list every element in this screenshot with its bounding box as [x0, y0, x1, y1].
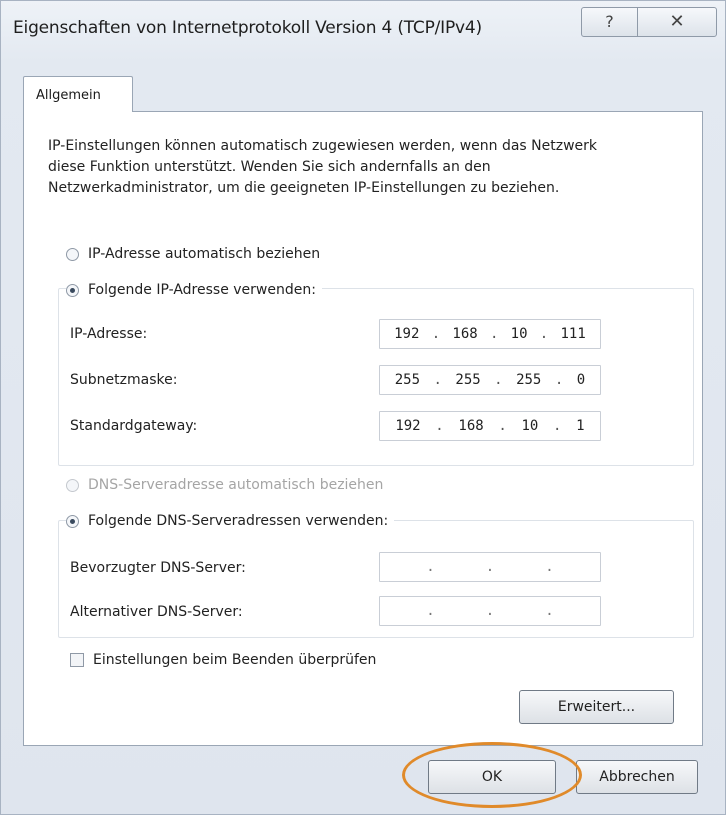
octet-separator: . [426, 603, 435, 619]
validate-on-exit-checkbox[interactable]: Einstellungen beim Beenden überprüfen [70, 652, 376, 668]
cancel-button[interactable]: Abbrechen [576, 760, 698, 794]
octet-separator: . [485, 559, 495, 575]
ip-octet[interactable]: 255 [516, 372, 541, 388]
radio-dns-manual-indicator[interactable] [66, 514, 79, 528]
octet-separator: . [539, 326, 549, 342]
ok-button[interactable]: OK [428, 760, 556, 794]
preferred-dns-label: Bevorzugter DNS-Server: [70, 560, 246, 576]
validate-on-exit-box[interactable] [70, 653, 84, 667]
advanced-button[interactable]: Erweitert... [519, 690, 674, 724]
radio-ip-auto-indicator[interactable] [66, 247, 79, 261]
validate-on-exit-label: Einstellungen beim Beenden überprüfen [93, 652, 377, 668]
octet-separator: . [431, 326, 441, 342]
radio-ip-manual-indicator[interactable] [66, 283, 79, 297]
ip-octet[interactable]: 10 [521, 418, 538, 434]
octet-separator: . [545, 559, 554, 575]
preferred-dns-input[interactable]: . . . [379, 552, 601, 582]
octet-separator: . [433, 372, 442, 388]
ip-octet[interactable]: 192 [395, 418, 420, 434]
octet-separator: . [554, 372, 564, 388]
ip-octet[interactable]: 0 [577, 372, 585, 388]
radio-ip-manual-label: Folgende IP-Adresse verwenden: [88, 282, 316, 298]
radio-dns-manual[interactable]: Folgende DNS-Serveradressen verwenden: [66, 513, 395, 529]
octet-separator: . [494, 372, 503, 388]
radio-dns-auto-indicator [66, 478, 79, 492]
radio-dns-auto: DNS-Serveradresse automatisch beziehen [66, 477, 383, 493]
ip-octet[interactable]: 255 [395, 372, 420, 388]
help-icon: ? [605, 12, 614, 31]
radio-ip-auto[interactable]: IP-Adresse automatisch beziehen [66, 246, 320, 262]
ip-octet[interactable]: 111 [560, 326, 585, 342]
radio-ip-auto-label: IP-Adresse automatisch beziehen [88, 246, 321, 262]
ip-address-input[interactable]: 192. 168. 10. 111 [379, 319, 601, 349]
octet-separator: . [485, 603, 495, 619]
close-button[interactable]: ✕ [637, 7, 717, 37]
radio-dns-manual-label: Folgende DNS-Serveradressen verwenden: [88, 513, 389, 529]
radio-ip-manual[interactable]: Folgende IP-Adresse verwenden: [66, 282, 322, 298]
octet-separator: . [489, 326, 499, 342]
octet-separator: . [498, 418, 507, 434]
help-button[interactable]: ? [581, 7, 638, 37]
ip-address-label: IP-Adresse: [70, 326, 148, 342]
intro-text: IP-Einstellungen können automatisch zuge… [48, 138, 598, 196]
subnet-mask-input[interactable]: 255. 255. 255. 0 [379, 365, 601, 395]
close-icon: ✕ [669, 11, 685, 32]
radio-dns-auto-label: DNS-Serveradresse automatisch beziehen [88, 477, 384, 493]
ip-octet[interactable]: 192 [394, 326, 419, 342]
title-bar[interactable]: Eigenschaften von Internetprotokoll Vers… [1, 1, 725, 53]
ip-octet[interactable]: 255 [455, 372, 480, 388]
ip-octet[interactable]: 168 [458, 418, 483, 434]
ip-octet[interactable]: 1 [576, 418, 584, 434]
subnet-mask-label: Subnetzmaske: [70, 372, 178, 388]
general-panel: IP-Einstellungen können automatisch zuge… [23, 111, 703, 746]
octet-separator: . [553, 418, 562, 434]
alternate-dns-label: Alternativer DNS-Server: [70, 604, 243, 620]
dialog-title: Eigenschaften von Internetprotokoll Vers… [13, 18, 482, 38]
alternate-dns-input[interactable]: . . . [379, 596, 601, 626]
default-gateway-label: Standardgateway: [70, 418, 198, 434]
ip-octet[interactable]: 168 [452, 326, 477, 342]
ip-octet[interactable]: 10 [511, 326, 528, 342]
octet-separator: . [545, 603, 554, 619]
dialog-window: Eigenschaften von Internetprotokoll Vers… [0, 0, 726, 815]
octet-separator: . [426, 559, 435, 575]
tab-general[interactable]: Allgemein [23, 76, 133, 112]
default-gateway-input[interactable]: 192. 168. 10. 1 [379, 411, 601, 441]
octet-separator: . [435, 418, 444, 434]
